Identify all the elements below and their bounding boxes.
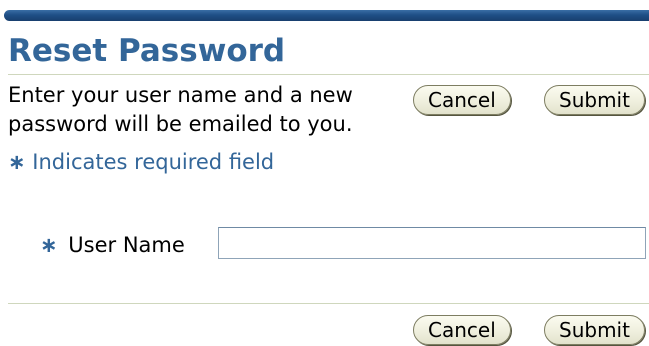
- user-name-row: ∗ User Name: [40, 227, 649, 263]
- instructions-text: Enter your user name and a new password …: [8, 83, 353, 136]
- user-name-input[interactable]: [218, 227, 646, 259]
- page-title: Reset Password: [8, 33, 286, 69]
- cancel-button-top[interactable]: Cancel: [413, 85, 511, 115]
- cancel-button-bottom[interactable]: Cancel: [413, 315, 511, 345]
- header-bar: [4, 10, 649, 21]
- required-field-note: ∗ Indicates required field: [8, 150, 274, 174]
- title-divider: [8, 74, 649, 75]
- reset-password-page: Reset Password Enter your user name and …: [0, 0, 649, 346]
- required-note-text: Indicates required field: [32, 150, 275, 174]
- required-asterisk-icon: ∗: [40, 233, 58, 257]
- submit-button-bottom[interactable]: Submit: [544, 315, 645, 345]
- user-name-label: ∗ User Name: [40, 233, 185, 257]
- footer-divider: [8, 303, 649, 304]
- user-name-label-text: User Name: [68, 233, 185, 257]
- required-asterisk-icon: ∗: [8, 150, 26, 174]
- submit-button-top[interactable]: Submit: [544, 85, 645, 115]
